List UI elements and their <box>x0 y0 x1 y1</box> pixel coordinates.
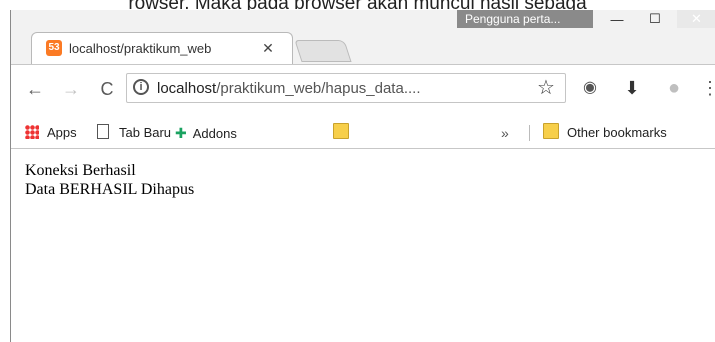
back-button[interactable]: ← <box>23 77 47 101</box>
profile-badge[interactable]: Pengguna perta... <box>457 10 593 28</box>
url-host: localhost <box>157 80 217 97</box>
bookmarks-bar: Apps Tab Baru ✚ Addons » Other bookmarks <box>11 117 715 149</box>
star-icon[interactable]: ☆ <box>535 77 557 99</box>
close-window-button[interactable]: ✕ <box>677 10 715 28</box>
more-bookmarks-chevron-icon[interactable]: » <box>501 123 509 143</box>
tab-active[interactable]: 53 localhost/praktikum_web ✕ <box>31 32 293 64</box>
page-content: Koneksi Berhasil Data BERHASIL Dihapus <box>25 161 705 331</box>
download-icon[interactable]: ⬇ <box>621 77 643 99</box>
minimize-button[interactable]: — <box>601 10 633 28</box>
folder-icon <box>543 123 559 139</box>
other-bookmarks[interactable]: Other bookmarks <box>543 123 667 143</box>
url-path: /praktikum_web/hapus_data.... <box>216 80 421 97</box>
bookmark-tab-baru[interactable]: Tab Baru <box>97 123 171 143</box>
tab-title: localhost/praktikum_web <box>69 41 212 56</box>
bookmark-tab-baru-label: Tab Baru <box>119 125 172 140</box>
delete-result-text: Data BERHASIL Dihapus <box>25 181 195 198</box>
apps-grid-icon <box>25 125 39 139</box>
connection-status-text: Koneksi Berhasil <box>25 162 136 179</box>
reload-button[interactable]: C <box>95 77 119 101</box>
bookmark-addons-label: Addons <box>192 126 237 141</box>
bookmarks-divider <box>529 125 530 141</box>
globe-icon[interactable]: ● <box>663 77 685 99</box>
url-text[interactable]: localhost/praktikum_web/hapus_data.... <box>157 79 497 99</box>
bookmark-addons[interactable]: ✚ Addons <box>175 123 237 143</box>
maximize-button[interactable]: ☐ <box>639 10 671 28</box>
navigation-toolbar: ← → C i localhost/praktikum_web/hapus_da… <box>11 64 715 117</box>
page-icon <box>97 124 109 139</box>
bookmark-apps-label: Apps <box>47 125 77 140</box>
bookmark-apps[interactable]: Apps <box>25 123 77 143</box>
new-tab-button[interactable] <box>294 40 352 62</box>
title-bar: Pengguna perta... — ☐ ✕ 53 localhost/pra… <box>11 10 715 70</box>
bookmark-folder[interactable] <box>333 123 357 143</box>
xampp-icon: 53 <box>46 40 62 56</box>
film-extension-icon[interactable]: ◉ <box>579 77 601 99</box>
info-icon[interactable]: i <box>133 79 149 95</box>
puzzle-icon: ✚ <box>175 125 187 141</box>
forward-button[interactable]: → <box>59 77 83 101</box>
other-bookmarks-label: Other bookmarks <box>567 125 667 140</box>
address-bar[interactable]: i localhost/praktikum_web/hapus_data....… <box>126 73 566 103</box>
browser-window: Pengguna perta... — ☐ ✕ 53 localhost/pra… <box>10 10 715 342</box>
tab-close-icon[interactable]: ✕ <box>259 39 277 57</box>
menu-icon[interactable]: ⋮ <box>699 77 715 99</box>
folder-icon <box>333 123 349 139</box>
